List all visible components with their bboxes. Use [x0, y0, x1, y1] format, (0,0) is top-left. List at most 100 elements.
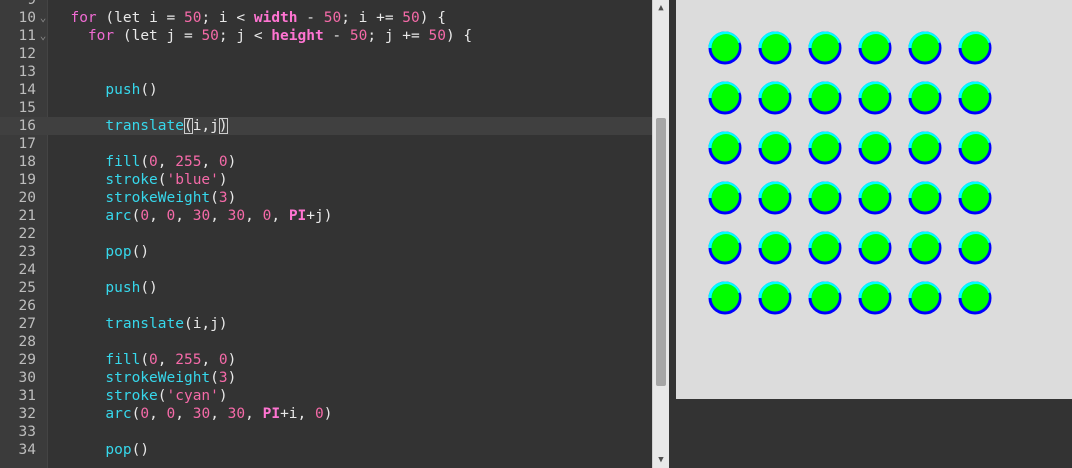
code-line[interactable]: 14 push()	[0, 81, 652, 99]
sketch-circle	[808, 181, 842, 215]
code-token: ,	[175, 208, 193, 224]
pane-divider[interactable]	[669, 0, 676, 468]
code-token: i,j	[192, 118, 219, 134]
code-token: ; j <	[218, 28, 272, 44]
code-token: 0	[149, 352, 158, 368]
sketch-circle	[758, 31, 792, 65]
code-text: stroke('blue')	[53, 171, 227, 189]
code-token: +i,	[280, 406, 315, 422]
code-text: translate(i,j)	[53, 315, 227, 333]
code-token: (let	[96, 10, 150, 26]
code-line[interactable]: 26	[0, 297, 652, 315]
line-number: 22	[18, 226, 36, 242]
line-number: 30	[18, 370, 36, 386]
sketch-circle	[908, 231, 942, 265]
code-line[interactable]: 17	[0, 135, 652, 153]
code-line[interactable]: 20 strokeWeight(3)	[0, 189, 652, 207]
editor-scrollbar[interactable]: ▲ ▼	[652, 0, 669, 468]
code-line[interactable]: 10 ⌄ for (let i = 50; i < width - 50; i +…	[0, 9, 652, 27]
code-line[interactable]: 30 strokeWeight(3)	[0, 369, 652, 387]
code-token: (	[183, 118, 193, 134]
scroll-down-icon[interactable]: ▼	[653, 452, 669, 468]
code-editor[interactable]: 9 10 ⌄ for (let i = 50; i < width - 50; i …	[0, 0, 652, 468]
code-line[interactable]: 13	[0, 63, 652, 81]
sketch-circle	[808, 81, 842, 115]
code-token: ,	[201, 352, 219, 368]
code-token: (	[140, 352, 150, 368]
code-token: 30	[192, 208, 211, 224]
sketch-circle	[908, 181, 942, 215]
code-token: 0	[166, 208, 176, 224]
sketch-circle	[808, 231, 842, 265]
line-number: 21	[18, 208, 36, 224]
line-number: 9	[27, 0, 36, 8]
code-token: arc	[105, 208, 132, 224]
sketch-circle	[758, 231, 792, 265]
line-number: 24	[18, 262, 36, 278]
code-token: 3	[218, 190, 228, 206]
code-token: 0	[315, 406, 324, 422]
code-token: 30	[227, 406, 246, 422]
code-line[interactable]: 27 translate(i,j)	[0, 315, 652, 333]
code-token: width	[253, 10, 298, 26]
code-token: 0	[140, 406, 150, 422]
code-line[interactable]: 32 arc(0, 0, 30, 30, PI+i, 0)	[0, 405, 652, 423]
sketch-circle	[908, 81, 942, 115]
code-line[interactable]: 31 stroke('cyan')	[0, 387, 652, 405]
code-token: 50	[349, 28, 368, 44]
code-line[interactable]: 12	[0, 45, 652, 63]
code-line[interactable]: 22	[0, 225, 652, 243]
fold-chevron-icon[interactable]: ⌄	[38, 27, 48, 45]
code-text: arc(0, 0, 30, 30, PI+i, 0)	[53, 405, 332, 423]
code-line[interactable]: 24	[0, 261, 652, 279]
code-token: push	[105, 82, 141, 98]
code-token: 50	[428, 28, 446, 44]
code-token: (	[157, 388, 167, 404]
line-number: 29	[18, 352, 36, 368]
line-number: 19	[18, 172, 36, 188]
line-number: 13	[18, 64, 36, 80]
code-token: ()	[131, 442, 150, 458]
sketch-circle	[958, 231, 992, 265]
code-token: ; j +=	[367, 28, 429, 44]
code-line[interactable]: 11 ⌄ for (let j = 50; j < height - 50; j …	[0, 27, 652, 45]
sketch-circle	[758, 131, 792, 165]
code-token: pop	[105, 244, 132, 260]
code-token: fill	[105, 352, 141, 368]
scroll-thumb[interactable]	[656, 118, 666, 386]
code-token: ,	[245, 208, 263, 224]
scroll-up-icon[interactable]: ▲	[653, 0, 669, 16]
code-line[interactable]: 33	[0, 423, 652, 441]
fold-chevron-icon[interactable]: ⌄	[38, 9, 48, 27]
sketch-circle	[808, 281, 842, 315]
code-token: )	[323, 406, 333, 422]
code-line-active[interactable]: 16 translate(i,j)	[0, 117, 652, 135]
line-number: 10	[18, 10, 36, 26]
code-line[interactable]: 28	[0, 333, 652, 351]
code-token: (	[210, 190, 219, 206]
sketch-circle	[858, 281, 892, 315]
code-line[interactable]: 25 push()	[0, 279, 652, 297]
code-line[interactable]: 15	[0, 99, 652, 117]
code-token: 0	[140, 208, 150, 224]
code-line[interactable]: 29 fill(0, 255, 0)	[0, 351, 652, 369]
code-line[interactable]: 23 pop()	[0, 243, 652, 261]
code-token: 30	[227, 208, 246, 224]
code-token: i	[149, 10, 158, 26]
code-text: stroke('cyan')	[53, 387, 227, 405]
code-line[interactable]: 19 stroke('blue')	[0, 171, 652, 189]
sketch-circle	[708, 131, 742, 165]
code-line[interactable]: 18 fill(0, 255, 0)	[0, 153, 652, 171]
line-number: 25	[18, 280, 36, 296]
code-line[interactable]: 21 arc(0, 0, 30, 30, 0, PI+j)	[0, 207, 652, 225]
sketch-circle	[708, 31, 742, 65]
code-token: strokeWeight	[105, 190, 211, 206]
code-line[interactable]: 34 pop()	[0, 441, 652, 459]
code-token: translate	[105, 118, 184, 134]
